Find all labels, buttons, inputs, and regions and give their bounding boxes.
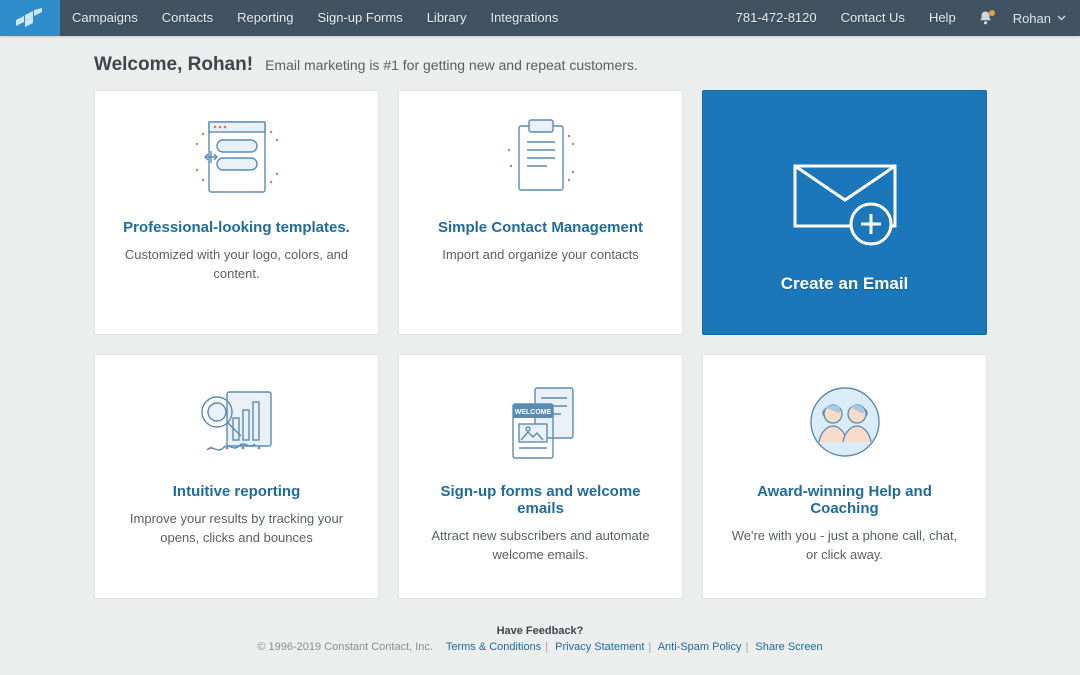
nav-help[interactable]: Help (917, 0, 968, 36)
top-nav: Campaigns Contacts Reporting Sign-up For… (0, 0, 1080, 36)
card-desc: Customized with your logo, colors, and c… (113, 246, 360, 284)
nav-campaigns[interactable]: Campaigns (60, 0, 150, 36)
reporting-icon (177, 375, 297, 471)
card-desc: Improve your results by tracking your op… (113, 510, 360, 548)
templates-icon (177, 111, 297, 207)
card-title: Sign-up forms and welcome emails (417, 483, 664, 517)
nav-phone[interactable]: 781-472-8120 (724, 0, 829, 36)
nav-contact[interactable]: Contact Us (829, 0, 917, 36)
footer-privacy[interactable]: Privacy Statement (555, 641, 644, 653)
notifications-button[interactable] (968, 10, 1003, 26)
feedback-link[interactable]: Have Feedback? (497, 625, 584, 637)
notification-dot-icon (989, 10, 995, 16)
page-title: Welcome, Rohan! (94, 54, 253, 76)
logo-icon (16, 8, 44, 28)
card-desc: Import and organize your contacts (438, 246, 643, 265)
signup-form-icon: WELCOME (481, 375, 601, 471)
card-title: Simple Contact Management (438, 219, 643, 236)
svg-text:WELCOME: WELCOME (514, 409, 551, 416)
nav-signup-forms[interactable]: Sign-up Forms (305, 0, 414, 36)
envelope-plus-icon (775, 146, 915, 256)
card-contacts[interactable]: Simple Contact Management Import and org… (398, 90, 683, 335)
support-people-icon (785, 375, 905, 471)
logo[interactable] (0, 0, 60, 36)
card-help-coaching[interactable]: Award-winning Help and Coaching We're wi… (702, 354, 987, 599)
card-signup-forms[interactable]: WELCOME Sign-up forms and welcome emails… (398, 354, 683, 599)
card-reporting[interactable]: Intuitive reporting Improve your results… (94, 354, 379, 599)
footer-spam[interactable]: Anti-Spam Policy (658, 641, 742, 653)
nav-right: 781-472-8120 Contact Us Help Rohan (724, 0, 1080, 36)
page-header: Welcome, Rohan! Email marketing is #1 fo… (0, 36, 1080, 90)
user-menu[interactable]: Rohan (1003, 11, 1080, 26)
nav-contacts[interactable]: Contacts (150, 0, 225, 36)
card-desc: We're with you - just a phone call, chat… (721, 527, 968, 565)
card-create-email[interactable]: Create an Email (702, 90, 987, 335)
card-desc: Attract new subscribers and automate wel… (417, 527, 664, 565)
nav-left: Campaigns Contacts Reporting Sign-up For… (60, 0, 570, 36)
feature-grid: Professional-looking templates. Customiz… (94, 90, 987, 599)
copyright: © 1996-2019 Constant Contact, Inc. (257, 641, 433, 653)
footer-share[interactable]: Share Screen (755, 641, 822, 653)
user-name: Rohan (1013, 11, 1051, 26)
nav-reporting[interactable]: Reporting (225, 0, 305, 36)
card-title: Create an Email (781, 274, 909, 294)
footer-terms[interactable]: Terms & Conditions (446, 641, 541, 653)
card-templates[interactable]: Professional-looking templates. Customiz… (94, 90, 379, 335)
footer: Have Feedback? © 1996-2019 Constant Cont… (0, 625, 1080, 653)
nav-integrations[interactable]: Integrations (478, 0, 570, 36)
card-title: Award-winning Help and Coaching (721, 483, 968, 517)
chevron-down-icon (1057, 15, 1066, 21)
page-subtitle: Email marketing is #1 for getting new an… (265, 57, 638, 73)
card-title: Intuitive reporting (173, 483, 301, 500)
clipboard-icon (481, 111, 601, 207)
card-title: Professional-looking templates. (123, 219, 350, 236)
nav-library[interactable]: Library (415, 0, 479, 36)
